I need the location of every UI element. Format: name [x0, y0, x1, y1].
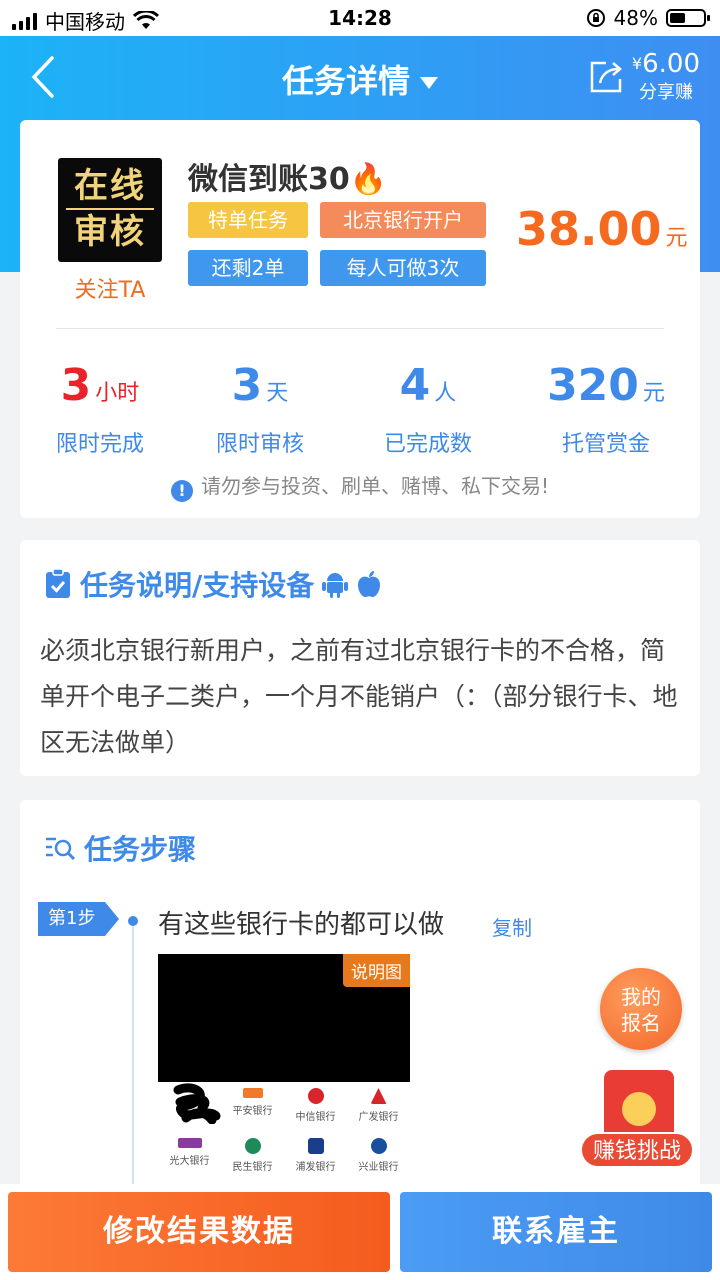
apple-icon — [358, 571, 381, 598]
step-example-image[interactable]: 说明图 平安银行 中信银行 广发银行 光大银行 民生银行 浦发银行 兴业银行 — [158, 954, 410, 1200]
example-image-badge: 说明图 — [343, 954, 410, 987]
task-summary-card: 在线 审核 关注TA 微信到账30🔥 特单任务 北京银行开户 还剩2单 每人可做… — [20, 120, 700, 518]
description-heading: 任务说明/支持设备 — [44, 564, 382, 604]
share-earn-button[interactable]: ¥6.00 分享赚 — [586, 50, 700, 104]
spdb-logo-icon — [307, 1138, 324, 1154]
citic-logo-icon — [307, 1088, 324, 1104]
signup-label-line2: 报名 — [621, 1011, 661, 1035]
step-text: 有这些银行卡的都可以做 — [158, 910, 445, 940]
bank-item: 平安银行 — [221, 1088, 284, 1117]
redacted-scribble — [173, 1083, 221, 1124]
divider — [56, 328, 664, 329]
stat-label: 限时审核 — [215, 432, 304, 457]
stat-completed-count: 4人 已完成数 — [348, 360, 508, 458]
stat-value: 3 小时 — [60, 360, 140, 411]
warning-notice: ! 请勿参与投资、刷单、赌博、私下交易! — [20, 470, 700, 502]
copy-button[interactable]: 复制 — [492, 912, 532, 941]
android-icon — [322, 573, 349, 598]
timeline-dot — [128, 916, 138, 926]
timeline-line — [132, 926, 134, 1200]
fire-icon: 🔥 — [349, 162, 388, 197]
task-description-card: 任务说明/支持设备 必须北京银行新用户，之前有过北京银行卡的不合格，简单开个电子… — [20, 540, 700, 776]
tag-bank: 北京银行开户 — [320, 202, 486, 238]
earn-challenge-button[interactable]: 赚钱挑战 — [580, 1066, 694, 1172]
bottom-action-bar: 修改结果数据 联系雇主 — [0, 1184, 720, 1280]
bank-item: 中信银行 — [284, 1088, 347, 1123]
modify-result-button[interactable]: 修改结果数据 — [8, 1192, 390, 1272]
list-search-icon — [46, 837, 76, 861]
step-number-badge: 第1步 — [38, 902, 121, 936]
steps-title: 任务步骤 — [84, 833, 197, 866]
cmbc-logo-icon — [244, 1138, 261, 1154]
warning-icon: ! — [170, 480, 193, 502]
signup-label-line1: 我的 — [621, 985, 661, 1009]
share-currency: ¥ — [631, 54, 643, 73]
ceb-logo-icon — [177, 1138, 202, 1148]
share-amount: 6.00 — [642, 49, 700, 79]
stat-label: 托管赏金 — [561, 432, 650, 457]
cgb-logo-icon — [370, 1088, 387, 1104]
my-signup-button[interactable]: 我的 报名 — [600, 968, 682, 1050]
stat-value: 4人 — [399, 360, 457, 411]
stat-escrow-reward: 320 元 托管赏金 — [526, 360, 686, 458]
task-price: 38.00 元 — [516, 202, 688, 256]
tag-special: 特单任务 — [188, 202, 308, 238]
stat-complete-time: 3 小时 限时完成 — [20, 360, 180, 458]
status-bar: 中国移动 14:28 48% — [0, 0, 720, 36]
contact-employer-button[interactable]: 联系雇主 — [400, 1192, 712, 1272]
clipboard-check-icon — [46, 568, 70, 598]
stat-label: 已完成数 — [383, 432, 472, 457]
battery-icon — [666, 9, 710, 27]
bank-item: 民生银行 — [221, 1138, 284, 1173]
avatar-text-line2: 审核 — [74, 212, 146, 252]
task-title: 微信到账30🔥 — [188, 154, 387, 198]
follow-button[interactable]: 关注TA — [58, 272, 162, 304]
bank-item: 广发银行 — [347, 1088, 410, 1123]
description-text: 必须北京银行新用户，之前有过北京银行卡的不合格，简单开个电子二类户，一个月不能销… — [40, 636, 678, 757]
chevron-down-icon — [420, 77, 438, 89]
page-title-label: 任务详情 — [281, 62, 410, 100]
share-icon — [590, 61, 622, 93]
price-unit: 元 — [665, 226, 688, 251]
tag-per-user: 每人可做3次 — [320, 250, 486, 286]
stat-value: 3天 — [231, 360, 289, 411]
challenge-label: 赚钱挑战 — [580, 1132, 694, 1168]
battery-percent: 48% — [613, 6, 658, 30]
cib-logo-icon — [370, 1138, 387, 1154]
share-label: 分享赚 — [638, 82, 693, 103]
description-title: 任务说明/支持设备 — [80, 569, 315, 602]
stat-label: 限时完成 — [55, 432, 144, 457]
steps-heading: 任务步骤 — [44, 828, 196, 868]
pingan-logo-icon — [242, 1088, 263, 1098]
publisher-avatar[interactable]: 在线 审核 — [58, 158, 162, 262]
bank-item: 光大银行 — [158, 1138, 221, 1167]
bank-item: 浦发银行 — [284, 1138, 347, 1173]
price-value: 38.00 — [516, 202, 662, 256]
orientation-lock-icon — [586, 9, 605, 27]
stat-review-time: 3天 限时审核 — [180, 360, 340, 458]
warning-text: 请勿参与投资、刷单、赌博、私下交易! — [200, 474, 550, 498]
stat-value: 320 元 — [547, 360, 665, 411]
bank-item: 兴业银行 — [347, 1138, 410, 1173]
nav-bar: 任务详情 ¥6.00 分享赚 — [0, 36, 720, 120]
avatar-text-line1: 在线 — [66, 164, 154, 210]
tag-remaining: 还剩2单 — [188, 250, 308, 286]
task-title-text: 微信到账30 — [188, 162, 350, 197]
